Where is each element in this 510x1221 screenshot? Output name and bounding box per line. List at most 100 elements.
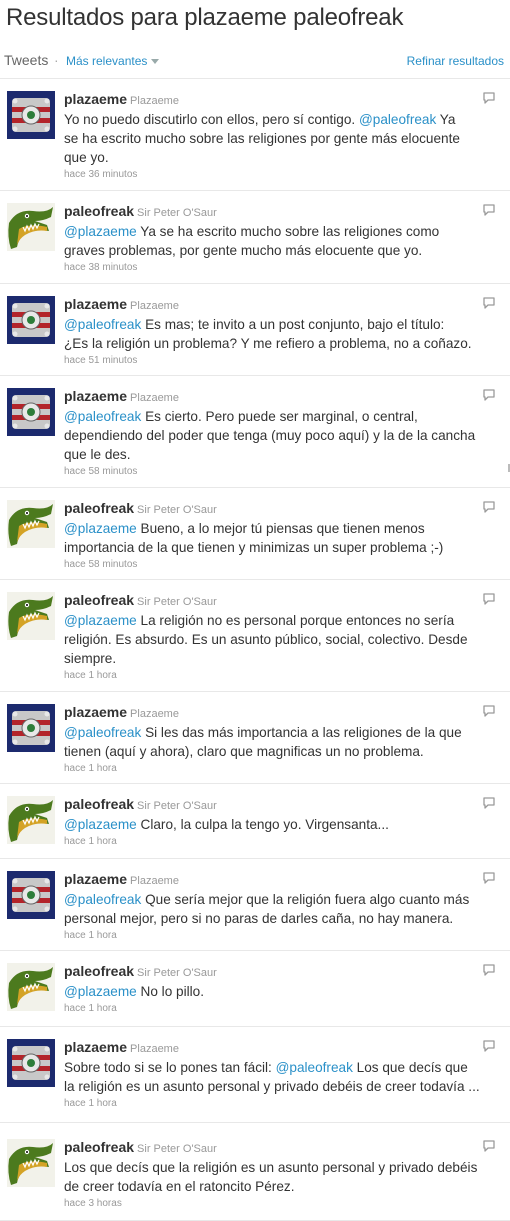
reply-icon[interactable]	[482, 1139, 496, 1152]
tweet-username[interactable]: paleofreak	[64, 203, 134, 219]
mention-link[interactable]: @plazaeme	[64, 521, 137, 536]
reply-icon[interactable]	[482, 500, 496, 513]
tweet-fullname[interactable]: Sir Peter O'Saur	[137, 207, 217, 219]
tweet-text-segment: Yo no puedo discutirlo con ellos, pero s…	[64, 112, 359, 127]
paleofreak-avatar[interactable]	[7, 963, 55, 1011]
tweet-item[interactable]: paleofreak Sir Peter O'Saur @plazaeme Clar…	[0, 784, 510, 859]
tweet-fullname[interactable]: Sir Peter O'Saur	[137, 596, 217, 608]
reply-icon[interactable]	[482, 871, 496, 884]
tweet-text-line: Los que decís que la religión es un asun…	[64, 1158, 504, 1177]
plazaeme-avatar[interactable]	[7, 871, 55, 919]
mention-link[interactable]: @paleofreak	[64, 892, 141, 907]
tweet-text-segment: Sobre todo si se lo pones tan fácil:	[64, 1060, 276, 1075]
tweet-text-line: @paleofreak Es mas; te invito a un post …	[64, 315, 504, 334]
tweet-fullname[interactable]: Sir Peter O'Saur	[137, 800, 217, 812]
tweet-text-segment: personal mejor, pero si no paras de darl…	[64, 911, 454, 926]
tweet-timestamp[interactable]: hace 1 hora	[64, 835, 504, 849]
tweet-text-segment: se ha escrito mucho sobre las religiones…	[64, 131, 460, 146]
tweet-username[interactable]: paleofreak	[64, 500, 134, 516]
mention-link[interactable]: @paleofreak	[64, 317, 141, 332]
tweet-username[interactable]: paleofreak	[64, 963, 134, 979]
tweet-text-line: personal mejor, pero si no paras de darl…	[64, 909, 504, 928]
reply-icon[interactable]	[482, 704, 496, 717]
reply-icon[interactable]	[482, 592, 496, 605]
tweet-timestamp[interactable]: hace 1 hora	[64, 1002, 504, 1016]
mention-link[interactable]: @paleofreak	[359, 112, 436, 127]
tweet-username[interactable]: plazaeme	[64, 704, 127, 720]
tweet-text-segment: de creer todavía en el ratoncito Pérez.	[64, 1179, 295, 1194]
tweet-text-line: importancia de la que tienen y minimizas…	[64, 538, 504, 557]
tweet-item[interactable]: plazaeme Plazaeme @paleofreak Que sería me…	[0, 859, 510, 951]
tweet-item[interactable]: paleofreak Sir Peter O'Saur @plazaeme Buen…	[0, 488, 510, 580]
reply-icon[interactable]	[482, 796, 496, 809]
tweet-item[interactable]: plazaeme Plazaeme @paleofreak Es mas; te i…	[0, 284, 510, 376]
tweet-timestamp[interactable]: hace 1 hora	[64, 1097, 504, 1111]
reply-icon[interactable]	[482, 296, 496, 309]
paleofreak-avatar[interactable]	[7, 592, 55, 640]
mention-link[interactable]: @plazaeme	[64, 984, 137, 999]
tweet-username[interactable]: plazaeme	[64, 91, 127, 107]
tweet-fullname[interactable]: Sir Peter O'Saur	[137, 1143, 217, 1155]
plazaeme-avatar[interactable]	[7, 1039, 55, 1087]
tweet-item[interactable]: paleofreak Sir Peter O'Saur Los que decís …	[0, 1127, 510, 1221]
tweet-timestamp[interactable]: hace 1 hora	[64, 762, 504, 776]
tweet-timestamp[interactable]: hace 51 minutos	[64, 354, 504, 368]
mention-link[interactable]: @plazaeme	[64, 817, 137, 832]
tweet-fullname[interactable]: Plazaeme	[130, 95, 179, 107]
mention-link[interactable]: @paleofreak	[64, 725, 141, 740]
tweet-fullname[interactable]: Sir Peter O'Saur	[137, 967, 217, 979]
reply-icon[interactable]	[482, 91, 496, 104]
paleofreak-avatar[interactable]	[7, 1139, 55, 1187]
tweet-text-line: graves problemas, por gente mucho más el…	[64, 241, 504, 260]
tweet-timestamp[interactable]: hace 3 horas	[64, 1197, 504, 1211]
tweet-text: @paleofreak Es cierto. Pero puede ser ma…	[64, 407, 504, 464]
tweet-timestamp[interactable]: hace 1 hora	[64, 929, 504, 943]
reply-icon[interactable]	[482, 963, 496, 976]
tweet-username[interactable]: plazaeme	[64, 1039, 127, 1055]
tweet-fullname[interactable]: Plazaeme	[130, 392, 179, 404]
tweet-item[interactable]: plazaeme Plazaeme @paleofreak Si les das m…	[0, 692, 510, 784]
tweet-timestamp[interactable]: hace 36 minutos	[64, 168, 504, 182]
paleofreak-avatar[interactable]	[7, 203, 55, 251]
paleofreak-avatar[interactable]	[7, 796, 55, 844]
reply-icon[interactable]	[482, 1039, 496, 1052]
tweet-text-segment: tienen (aquí y ahora), claro que magnifi…	[64, 744, 424, 759]
tweet-timestamp[interactable]: hace 58 minutos	[64, 465, 504, 479]
tweet-username[interactable]: plazaeme	[64, 296, 127, 312]
tweet-item[interactable]: plazaeme Plazaeme Sobre todo si se lo pone…	[0, 1027, 510, 1123]
tweet-item[interactable]: paleofreak Sir Peter O'Saur @plazaeme No l…	[0, 951, 510, 1027]
tweet-username[interactable]: plazaeme	[64, 871, 127, 887]
tweet-username[interactable]: plazaeme	[64, 388, 127, 404]
reply-icon[interactable]	[482, 388, 496, 401]
tweet-timestamp[interactable]: hace 58 minutos	[64, 558, 504, 572]
paleofreak-avatar[interactable]	[7, 500, 55, 548]
tweet-item[interactable]: plazaeme Plazaeme Yo no puedo discutirlo c…	[0, 79, 510, 191]
tweet-timestamp[interactable]: hace 1 hora	[64, 669, 504, 683]
tweet-timestamp[interactable]: hace 38 minutos	[64, 261, 504, 275]
mention-link[interactable]: @plazaeme	[64, 224, 137, 239]
plazaeme-avatar[interactable]	[7, 388, 55, 436]
tweet-fullname[interactable]: Sir Peter O'Saur	[137, 504, 217, 516]
tweet-item[interactable]: paleofreak Sir Peter O'Saur @plazaeme Ya s…	[0, 191, 510, 284]
plazaeme-avatar[interactable]	[7, 704, 55, 752]
mention-link[interactable]: @paleofreak	[64, 409, 141, 424]
tweet-text: @paleofreak Es mas; te invito a un post …	[64, 315, 504, 353]
tweet-username[interactable]: paleofreak	[64, 796, 134, 812]
tweet-text-line: siempre.	[64, 649, 504, 668]
tweet-fullname[interactable]: Plazaeme	[130, 875, 179, 887]
mention-link[interactable]: @plazaeme	[64, 613, 137, 628]
tweet-fullname[interactable]: Plazaeme	[130, 708, 179, 720]
tweet-item[interactable]: paleofreak Sir Peter O'Saur @plazaeme La r…	[0, 580, 510, 692]
sort-dropdown[interactable]: Más relevantes	[66, 54, 160, 68]
tweet-username[interactable]: paleofreak	[64, 1139, 134, 1155]
tweet-fullname[interactable]: Plazaeme	[130, 300, 179, 312]
plazaeme-avatar[interactable]	[7, 91, 55, 139]
reply-icon[interactable]	[482, 203, 496, 216]
tweet-username[interactable]: paleofreak	[64, 592, 134, 608]
refine-results-link[interactable]: Refinar resultados	[407, 54, 504, 68]
mention-link[interactable]: @paleofreak	[276, 1060, 353, 1075]
tweet-text-segment: Bueno, a lo mejor tú piensas que tienen …	[136, 521, 425, 536]
plazaeme-avatar[interactable]	[7, 296, 55, 344]
tweet-item[interactable]: plazaeme Plazaeme @paleofreak Es cierto. P…	[0, 376, 510, 488]
tweet-fullname[interactable]: Plazaeme	[130, 1043, 179, 1055]
